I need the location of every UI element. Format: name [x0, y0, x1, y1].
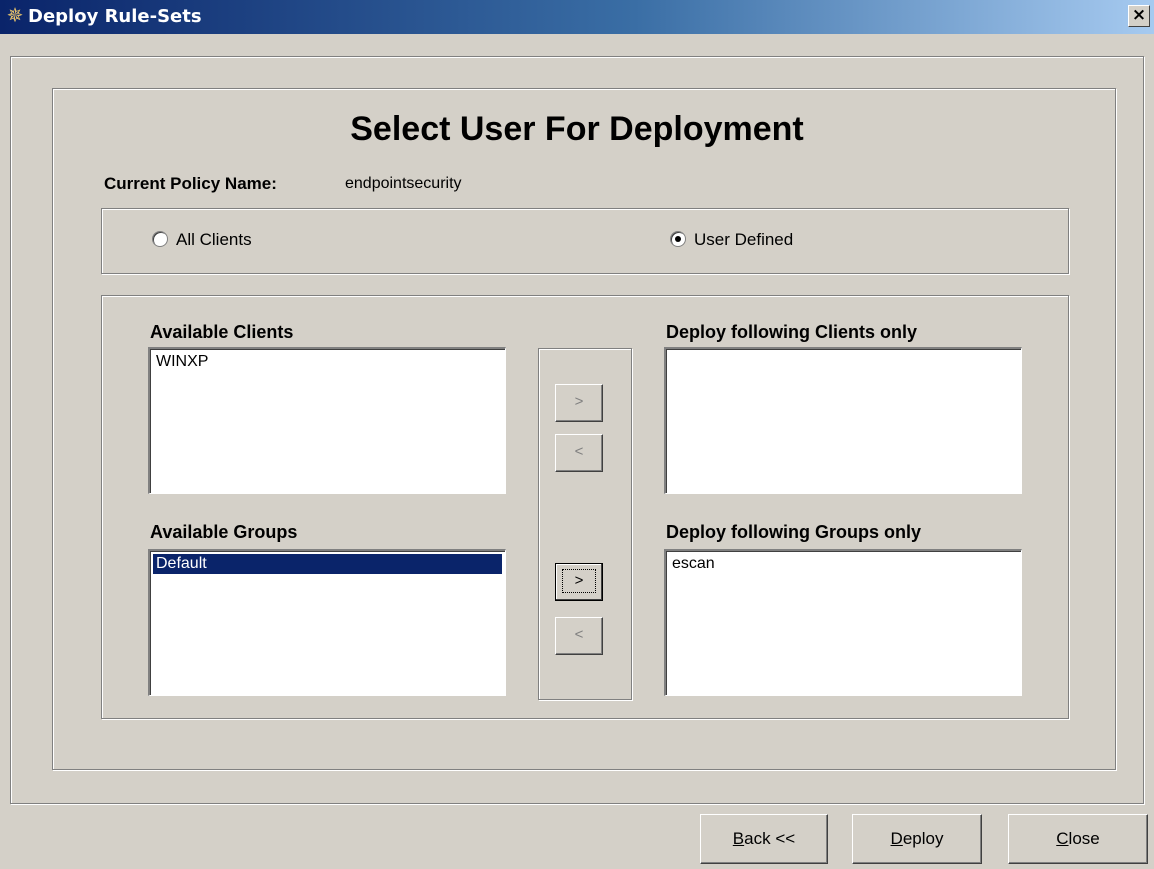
deploy-groups-list[interactable]: escan — [664, 549, 1022, 696]
app-gear-icon: ✵ — [6, 5, 24, 27]
radio-user-defined[interactable]: User Defined — [670, 230, 793, 250]
close-button-mnemonic: C — [1056, 829, 1069, 848]
close-button-label: lose — [1068, 829, 1100, 848]
close-icon: × — [1131, 5, 1147, 25]
deploy-button-mnemonic: D — [890, 829, 903, 848]
radio-user-defined-indicator[interactable] — [670, 231, 686, 247]
available-clients-label: Available Clients — [150, 322, 294, 342]
back-button-mnemonic: B — [732, 829, 745, 848]
close-window-button[interactable]: × — [1128, 5, 1150, 27]
radio-all-clients[interactable]: All Clients — [152, 230, 252, 250]
deploy-button[interactable]: Deploy — [852, 814, 982, 864]
remove-group-button[interactable]: < — [555, 617, 603, 655]
list-item[interactable]: Default — [153, 554, 502, 574]
add-group-button[interactable]: > — [555, 563, 603, 601]
chevron-right-icon: > — [561, 569, 597, 593]
add-client-button[interactable]: > — [555, 384, 603, 422]
radio-all-clients-indicator[interactable] — [152, 231, 168, 247]
radio-user-defined-label: User Defined — [694, 230, 794, 249]
available-groups-label: Available Groups — [150, 522, 298, 542]
window-title: Deploy Rule-Sets — [28, 6, 202, 27]
chevron-left-icon: < — [574, 443, 584, 460]
close-button[interactable]: Close — [1008, 814, 1148, 864]
deploy-clients-label: Deploy following Clients only — [666, 322, 918, 342]
radio-all-clients-label: All Clients — [176, 230, 252, 249]
back-button-label: ack << — [744, 829, 796, 848]
list-item[interactable]: escan — [669, 554, 1018, 574]
available-clients-list[interactable]: WINXP — [148, 347, 506, 494]
back-button[interactable]: Back << — [700, 814, 828, 864]
list-item[interactable]: WINXP — [153, 352, 502, 372]
policy-name-value: endpointsecurity — [345, 175, 462, 192]
available-groups-list[interactable]: Default — [148, 549, 506, 696]
policy-name-label: Current Policy Name: — [104, 174, 277, 193]
title-bar: ✵ Deploy Rule-Sets × — [0, 0, 1154, 34]
remove-client-button[interactable]: < — [555, 434, 603, 472]
chevron-right-icon: > — [574, 393, 584, 410]
page-title: Select User For Deployment — [350, 110, 804, 148]
deploy-groups-label: Deploy following Groups only — [666, 522, 921, 542]
deploy-clients-list[interactable] — [664, 347, 1022, 494]
deploy-button-label: eploy — [902, 829, 944, 848]
chevron-left-icon: < — [574, 626, 584, 643]
